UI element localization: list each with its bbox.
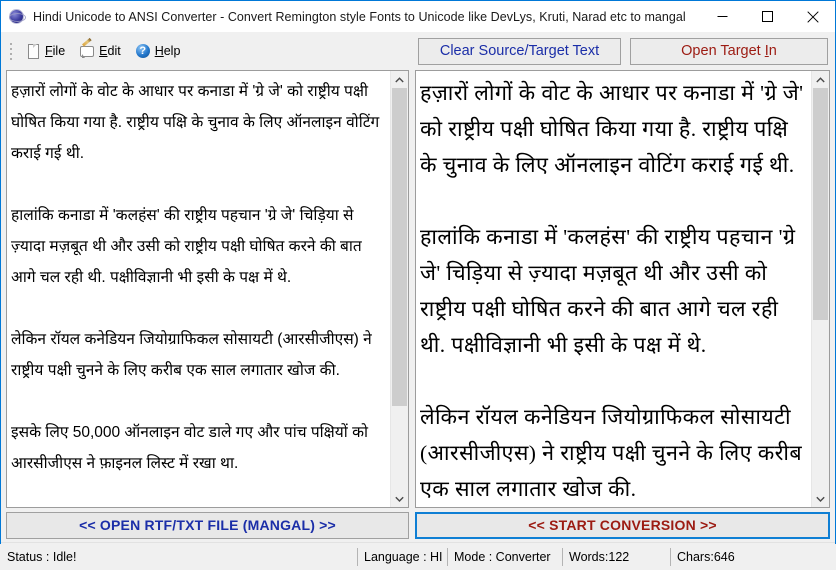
edit-pencil-icon xyxy=(79,37,95,59)
menu-item-help[interactable]: ? Help xyxy=(128,38,188,64)
target-text-panel[interactable]: हज़ारों लोगों के वोट के आधार पर कनाडा मे… xyxy=(415,70,830,508)
status-language: Language : HI xyxy=(357,547,447,566)
status-word-count: Words:122 xyxy=(562,547,670,566)
target-vertical-scrollbar[interactable] xyxy=(811,71,829,507)
maximize-icon[interactable] xyxy=(745,1,790,32)
toolbar: File Edit ? Help Clear Source/Target Tex… xyxy=(1,32,835,70)
status-char-count: Chars:646 xyxy=(670,547,790,566)
menu-item-edit-label: Edit xyxy=(99,44,121,58)
open-rtf-txt-file-button[interactable]: << OPEN RTF/TXT FILE (MANGAL) >> xyxy=(6,511,409,539)
globe-icon xyxy=(9,9,26,25)
title-bar: Hindi Unicode to ANSI Converter - Conver… xyxy=(1,1,835,32)
open-target-label: Open Target In xyxy=(681,43,777,59)
chevron-down-icon[interactable] xyxy=(812,490,829,507)
source-text-panel[interactable]: हज़ारों लोगों के वोट के आधार पर कनाडा मे… xyxy=(6,70,409,508)
minimize-icon[interactable] xyxy=(700,1,745,32)
status-mode: Mode : Converter xyxy=(447,547,562,566)
target-scroll-thumb[interactable] xyxy=(813,88,828,320)
source-scroll-thumb[interactable] xyxy=(392,88,407,406)
chevron-down-icon[interactable] xyxy=(391,490,408,507)
menu-item-file-label: File xyxy=(45,44,66,58)
status-bar: Status : Idle! Language : HI Mode : Conv… xyxy=(1,542,835,570)
status-text: Status : Idle! xyxy=(7,549,77,564)
target-textarea[interactable]: हज़ारों लोगों के वोट के आधार पर कनाडा मे… xyxy=(416,71,811,507)
text-panels: हज़ारों लोगों के वोट के आधार पर कनाडा मे… xyxy=(1,70,835,508)
window-controls xyxy=(700,1,835,32)
chevron-up-icon[interactable] xyxy=(391,71,408,88)
file-page-icon xyxy=(25,43,41,59)
application-window: Hindi Unicode to ANSI Converter - Conver… xyxy=(0,0,836,570)
action-buttons-row: << OPEN RTF/TXT FILE (MANGAL) >> << STAR… xyxy=(1,508,835,542)
start-conversion-button[interactable]: << START CONVERSION >> xyxy=(415,511,830,539)
menu-item-edit[interactable]: Edit xyxy=(72,37,128,64)
menu-drag-grip[interactable] xyxy=(6,40,16,62)
chevron-up-icon[interactable] xyxy=(812,71,829,88)
window-title: Hindi Unicode to ANSI Converter - Conver… xyxy=(33,9,686,24)
help-question-icon: ? xyxy=(135,43,151,59)
close-icon[interactable] xyxy=(790,1,835,32)
clear-source-target-text-button[interactable]: Clear Source/Target Text xyxy=(418,37,621,65)
open-target-in-button[interactable]: Open Target In xyxy=(630,37,828,65)
menu-item-help-label: Help xyxy=(154,44,181,58)
source-vertical-scrollbar[interactable] xyxy=(390,71,408,507)
menu-item-file[interactable]: File xyxy=(18,38,72,64)
source-textarea[interactable]: हज़ारों लोगों के वोट के आधार पर कनाडा मे… xyxy=(7,71,390,507)
